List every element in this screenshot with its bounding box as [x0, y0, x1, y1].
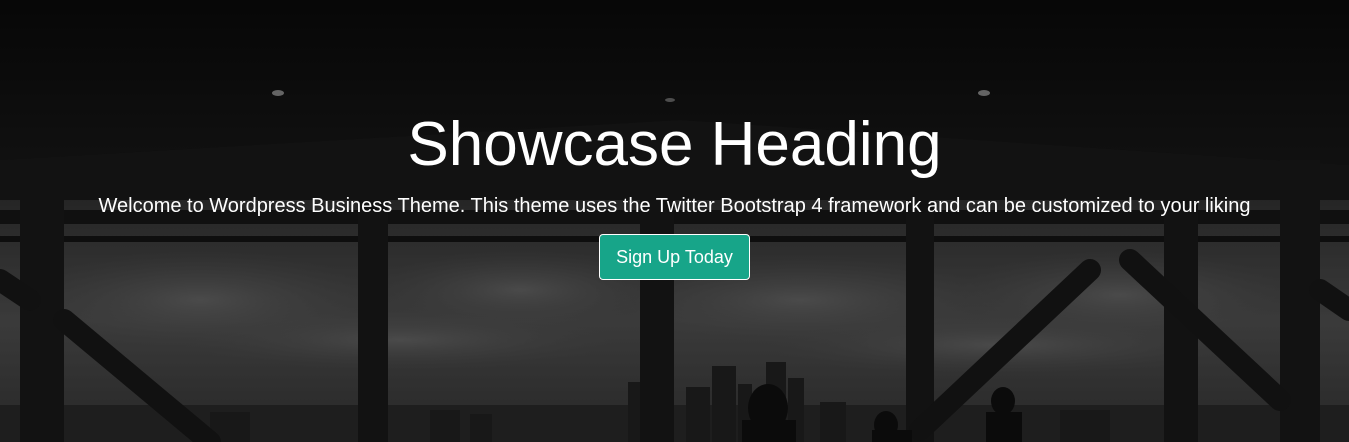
showcase-subtitle: Welcome to Wordpress Business Theme. Thi…	[98, 195, 1251, 217]
showcase-heading: Showcase Heading	[407, 110, 942, 179]
showcase-section: Showcase Heading Welcome to Wordpress Bu…	[0, 0, 1349, 442]
sign-up-button[interactable]: Sign Up Today	[599, 234, 750, 280]
showcase-content: Showcase Heading Welcome to Wordpress Bu…	[0, 0, 1349, 442]
